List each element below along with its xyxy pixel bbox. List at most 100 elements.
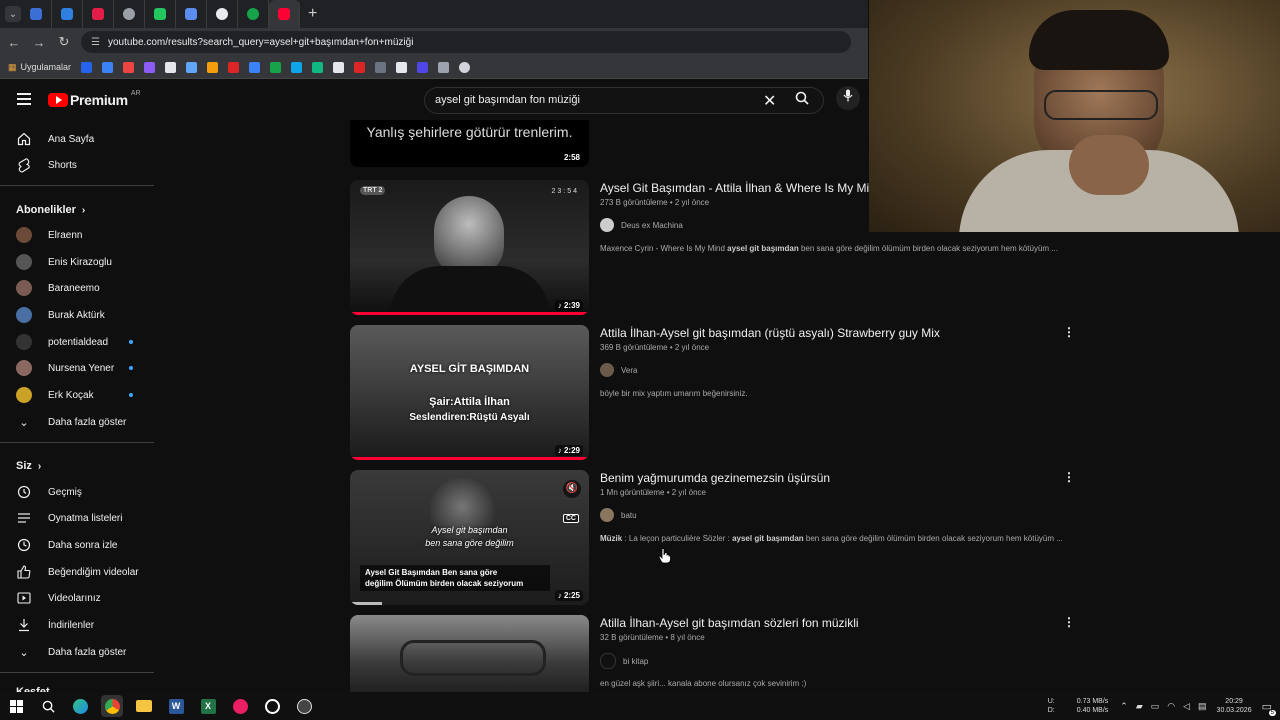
sidebar-item-subscription[interactable]: Elraenn <box>0 222 154 248</box>
channel-link[interactable]: batu <box>600 508 637 522</box>
bookmark-icon[interactable] <box>354 61 366 73</box>
chevron-up-icon[interactable]: ⌃ <box>1120 701 1128 712</box>
video-thumbnail[interactable] <box>350 615 589 692</box>
result-item[interactable]: Aysel git başımdan ben sana göre değilim… <box>350 470 1090 606</box>
bookmark-icon[interactable] <box>333 61 345 73</box>
bookmark-icon[interactable] <box>312 61 324 73</box>
mute-icon[interactable]: 🔇 <box>563 480 581 498</box>
site-info-icon[interactable]: ☰ <box>91 37 100 48</box>
browser-tab[interactable] <box>176 0 207 28</box>
browser-tab-active[interactable] <box>269 0 300 28</box>
video-thumbnail[interactable]: Yanlış şehirlere götürür trenlerim. 2:58 <box>350 120 589 167</box>
sidebar-item-subscription[interactable]: Erk Koçak <box>0 382 154 408</box>
bookmark-icon[interactable] <box>270 61 282 73</box>
sidebar-item-subscription[interactable]: Nursena Yener <box>0 355 154 381</box>
browser-tab[interactable] <box>21 0 52 28</box>
clear-search-icon[interactable]: ✕ <box>763 91 776 111</box>
clock[interactable]: 20:29 30.03.2026 <box>1217 697 1252 715</box>
bookmark-icon[interactable] <box>249 61 261 73</box>
file-explorer-icon[interactable] <box>133 695 155 717</box>
subscriptions-header[interactable]: Abonelikler › <box>16 204 85 216</box>
sidebar-item-shorts[interactable]: Shorts <box>0 152 154 178</box>
bookmark-icon[interactable] <box>375 61 387 73</box>
browser-tab[interactable] <box>83 0 114 28</box>
menu-icon[interactable] <box>17 93 31 108</box>
network-icon[interactable]: ◠ <box>1167 701 1175 712</box>
sidebar-item-liked-videos[interactable]: Beğendiğim videolar <box>0 559 154 585</box>
voice-search-icon[interactable] <box>836 86 860 110</box>
browser-tab[interactable] <box>114 0 145 28</box>
windows-start-icon[interactable] <box>5 695 27 717</box>
bookmark-icon[interactable] <box>123 61 135 73</box>
sidebar-item-your-videos[interactable]: Videolarınız <box>0 585 154 611</box>
sidebar-item-show-more[interactable]: ⌄ Daha fazla göster <box>0 639 154 665</box>
you-header[interactable]: Siz › <box>16 460 41 472</box>
chrome-icon[interactable] <box>101 695 123 717</box>
media-player-icon[interactable] <box>229 695 251 717</box>
result-item[interactable]: AYSEL GİT BAŞIMDAN Şair:Attila İlhan Ses… <box>350 325 1090 461</box>
sidebar-item-playlists[interactable]: Oynatma listeleri <box>0 505 154 531</box>
word-icon[interactable]: W <box>165 695 187 717</box>
sidebar-item-subscription[interactable]: Enis Kirazoglu <box>0 249 154 275</box>
obs-icon[interactable] <box>293 695 315 717</box>
search-icon[interactable] <box>37 695 59 717</box>
bookmark-icon[interactable] <box>459 61 471 73</box>
bookmark-icon[interactable] <box>165 61 177 73</box>
sidebar-item-show-more[interactable]: ⌄ Daha fazla göster <box>0 409 154 435</box>
reload-icon[interactable]: ↻ <box>53 34 75 50</box>
new-tab-icon[interactable]: + <box>308 5 317 23</box>
bookmark-icon[interactable] <box>186 61 198 73</box>
back-icon[interactable]: ← <box>3 35 25 50</box>
video-title[interactable]: Aysel Git Başımdan - Attila İlhan & Wher… <box>600 181 883 195</box>
forward-icon[interactable]: → <box>28 35 50 50</box>
edge-icon[interactable] <box>69 695 91 717</box>
video-title[interactable]: Attila İlhan-Aysel git başımdan (rüştü a… <box>600 326 940 340</box>
bookmark-icon[interactable] <box>81 61 93 73</box>
video-thumbnail[interactable]: Aysel git başımdan ben sana göre değilim… <box>350 470 589 605</box>
more-actions-icon[interactable]: ⋮ <box>1063 615 1075 629</box>
sidebar-item-downloads[interactable]: İndirilenler <box>0 612 154 638</box>
battery-icon[interactable]: ▭ <box>1151 701 1160 712</box>
search-icon[interactable] <box>795 91 809 108</box>
captions-toggle-icon[interactable]: CC <box>562 514 579 523</box>
browser-tab[interactable] <box>52 0 83 28</box>
result-item[interactable]: Atilla İlhan-Aysel git başımdan sözleri … <box>350 615 1090 692</box>
keyboard-icon[interactable]: ▤ <box>1198 701 1207 712</box>
folder-icon[interactable]: ▰ <box>1136 701 1143 712</box>
bookmark-icon[interactable] <box>417 61 429 73</box>
video-title[interactable]: Atilla İlhan-Aysel git başımdan sözleri … <box>600 616 859 630</box>
volume-icon[interactable]: ◁ <box>1183 701 1190 712</box>
sidebar-item-subscription[interactable]: Burak Aktürk <box>0 302 154 328</box>
video-thumbnail[interactable]: TRT 2 23:54 ♪ 2:39 <box>350 180 589 315</box>
bookmark-icon[interactable] <box>144 61 156 73</box>
bookmark-icon[interactable] <box>438 61 450 73</box>
bookmark-icon[interactable] <box>207 61 219 73</box>
bookmark-icon[interactable] <box>228 61 240 73</box>
channel-link[interactable]: Vera <box>600 363 637 377</box>
browser-tab[interactable] <box>207 0 238 28</box>
youtube-logo[interactable]: Premium AR <box>48 90 141 108</box>
excel-icon[interactable]: X <box>197 695 219 717</box>
bookmark-icon[interactable] <box>396 61 408 73</box>
channel-link[interactable]: bi kitap <box>600 653 648 669</box>
bookmark-icon[interactable] <box>102 61 114 73</box>
sidebar-item-history[interactable]: Geçmiş <box>0 479 154 505</box>
sidebar-item-subscription[interactable]: potentialdead <box>0 329 154 355</box>
apps-bookmark[interactable]: ▦ Uygulamalar <box>8 62 71 73</box>
browser-tab[interactable] <box>238 0 269 28</box>
whatsapp-icon[interactable] <box>261 695 283 717</box>
url-field[interactable]: ☰ youtube.com/results?search_query=aysel… <box>81 31 851 53</box>
more-actions-icon[interactable]: ⋮ <box>1063 470 1075 484</box>
notification-icon[interactable]: ▭ 5 <box>1262 700 1276 716</box>
bookmark-icon[interactable] <box>291 61 303 73</box>
more-actions-icon[interactable]: ⋮ <box>1063 325 1075 339</box>
sidebar-item-home[interactable]: Ana Sayfa <box>0 126 154 152</box>
browser-tab[interactable] <box>145 0 176 28</box>
video-thumbnail[interactable]: AYSEL GİT BAŞIMDAN Şair:Attila İlhan Ses… <box>350 325 589 460</box>
tab-search-button[interactable]: ⌄ <box>5 6 21 22</box>
video-title[interactable]: Benim yağmurumda gezinemezsin üşürsün <box>600 471 830 485</box>
sidebar-item-watch-later[interactable]: Daha sonra izle <box>0 532 154 558</box>
sidebar-item-subscription[interactable]: Baraneemo <box>0 275 154 301</box>
search-input[interactable]: aysel git başımdan fon müziği ✕ <box>424 87 824 114</box>
channel-link[interactable]: Deus ex Machina <box>600 218 683 232</box>
